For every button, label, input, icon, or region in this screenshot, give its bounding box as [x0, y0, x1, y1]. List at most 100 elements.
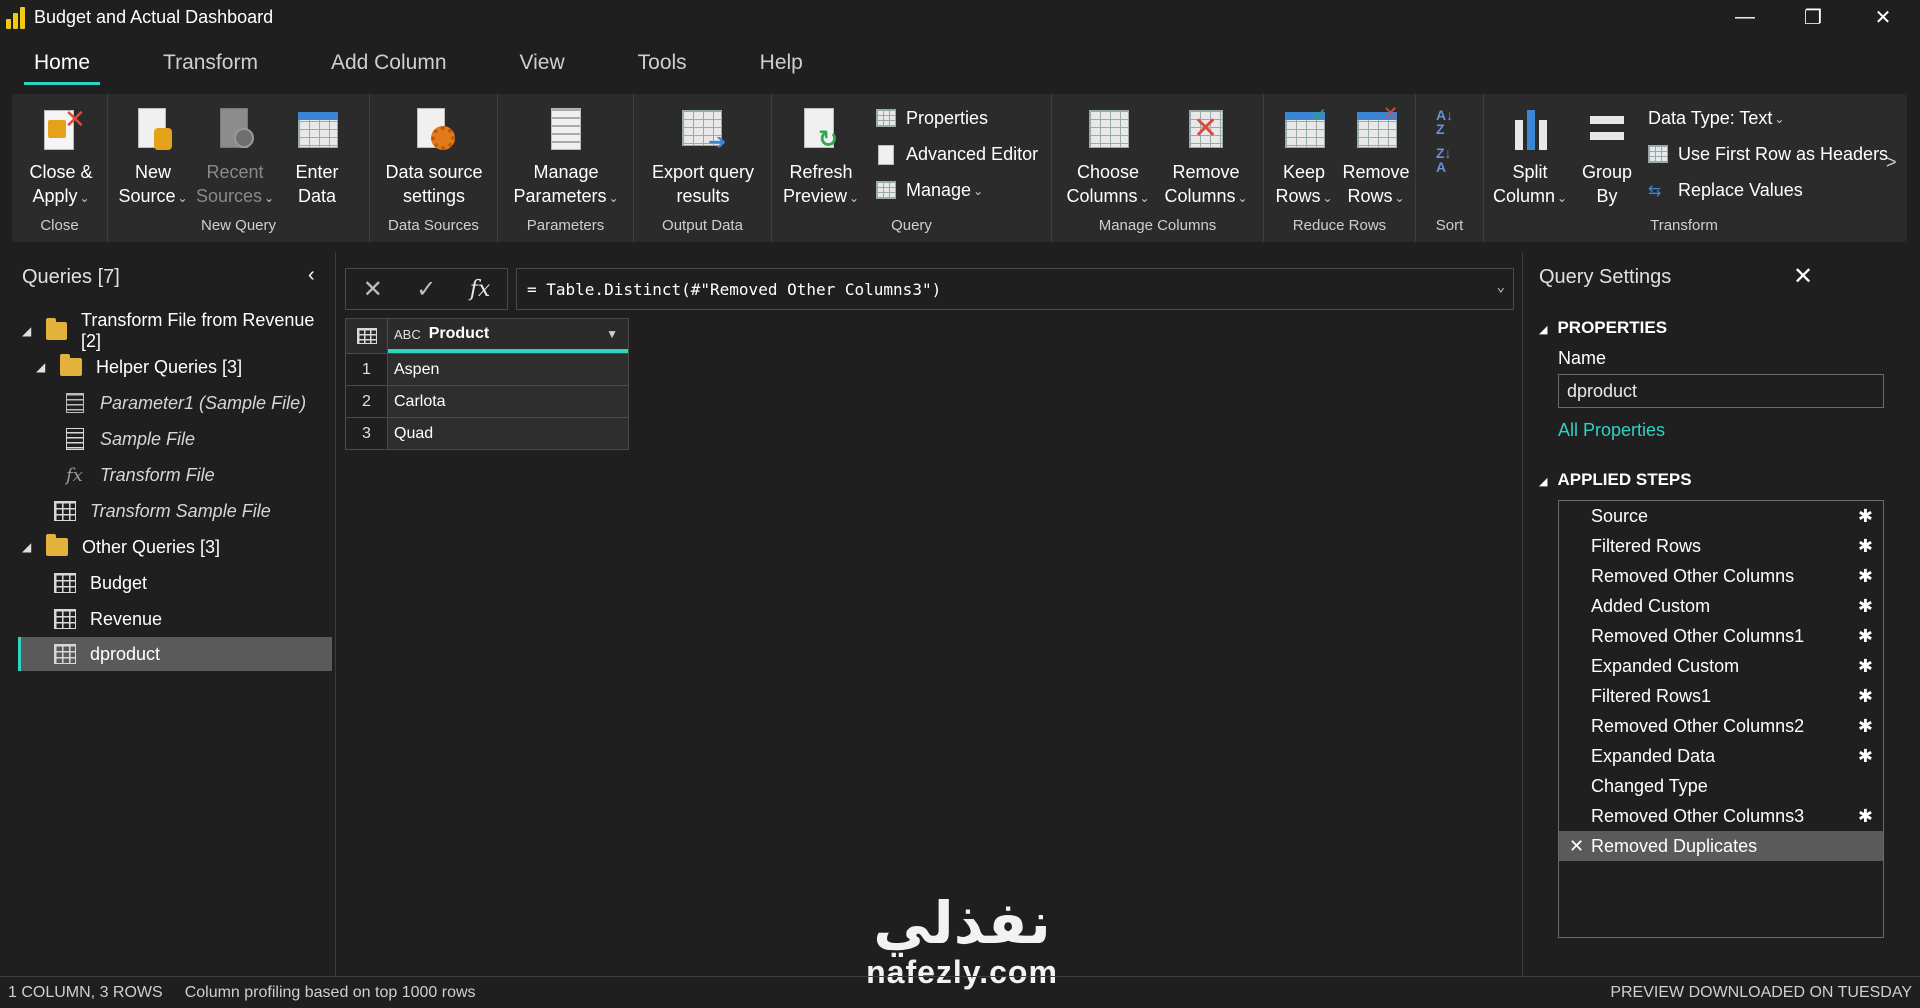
step-settings-gear-icon[interactable]: ✱ [1858, 716, 1873, 737]
applied-step[interactable]: Changed Type [1559, 771, 1883, 801]
remove-rows-button[interactable]: ✕ Remove Rows ⌄ [1340, 104, 1412, 210]
tab-tools[interactable]: Tools [626, 43, 699, 83]
query-item-revenue[interactable]: Revenue [0, 602, 332, 636]
collapse-triangle-icon[interactable]: ◢ [1539, 324, 1547, 336]
enter-data-button[interactable]: Enter Data [282, 106, 352, 208]
query-item-dproduct[interactable]: dproduct [18, 637, 332, 671]
sort-ascending-icon[interactable]: A↓ Z [1436, 108, 1453, 136]
close-settings-icon[interactable]: ✕ [1793, 262, 1813, 291]
enter-data-icon [296, 106, 338, 154]
applied-step[interactable]: Removed Other Columns ✱ [1559, 561, 1883, 591]
applied-step[interactable]: Added Custom ✱ [1559, 591, 1883, 621]
query-group-helper-queries[interactable]: ◢ Helper Queries [3] [0, 350, 332, 384]
text-type-icon[interactable]: ABC [394, 327, 421, 342]
new-source-button[interactable]: New Source ⌄ [118, 106, 188, 210]
row-number: 2 [346, 386, 388, 417]
refresh-preview-button[interactable]: ↻ Refresh Preview ⌄ [778, 106, 864, 210]
close-window-icon[interactable]: ✕ [1848, 0, 1918, 35]
ribbon-group-output-data: ➔ Export query results Output Data [634, 94, 772, 242]
expand-formula-icon[interactable]: ⌄ [1497, 279, 1505, 295]
query-item-transform-file[interactable]: fx Transform File [0, 458, 332, 492]
query-group-transform-file[interactable]: ◢ Transform File from Revenue [2] [0, 310, 332, 351]
applied-step[interactable]: Source ✱ [1559, 501, 1883, 531]
ribbon-group-label: Transform [1650, 217, 1718, 234]
column-header-product[interactable]: ABC Product ▼ [388, 319, 628, 353]
query-name-field[interactable] [1558, 374, 1884, 408]
choose-columns-button[interactable]: Choose Columns ⌄ [1060, 106, 1156, 210]
step-settings-gear-icon[interactable]: ✱ [1858, 626, 1873, 647]
tab-add-column[interactable]: Add Column [319, 43, 459, 83]
advanced-editor-button[interactable]: Advanced Editor [876, 144, 1038, 165]
tab-view[interactable]: View [508, 43, 577, 83]
properties-section-header[interactable]: ◢ PROPERTIES [1539, 318, 1667, 338]
table-cell[interactable]: Carlota [388, 386, 628, 417]
step-settings-gear-icon[interactable]: ✱ [1858, 686, 1873, 707]
tab-home[interactable]: Home [22, 43, 102, 85]
cancel-formula-icon[interactable]: ✕ [363, 275, 383, 304]
data-source-settings-button[interactable]: Data source settings [380, 106, 488, 208]
ribbon-group-sort: A↓ Z Z↓ A Sort [1416, 94, 1484, 242]
new-source-icon [132, 106, 174, 154]
export-query-results-button[interactable]: ➔ Export query results [642, 106, 764, 208]
formula-input[interactable]: = Table.Distinct(#"Removed Other Columns… [516, 268, 1514, 310]
group-by-button[interactable]: Group By [1574, 106, 1640, 208]
table-cell[interactable]: Quad [388, 418, 628, 449]
tab-transform[interactable]: Transform [151, 43, 270, 83]
parameter-icon [66, 393, 84, 413]
data-type-dropdown[interactable]: Data Type: Text ⌄ [1648, 108, 1784, 129]
close-apply-button[interactable]: ✕ Close & Apply ⌄ [22, 106, 100, 210]
manage-query-button[interactable]: Manage ⌄ [876, 180, 983, 201]
applied-step[interactable]: Removed Other Columns3 ✱ [1559, 801, 1883, 831]
collapse-pane-icon[interactable]: ‹ [308, 264, 315, 287]
sort-descending-icon[interactable]: Z↓ A [1436, 146, 1452, 174]
restore-icon[interactable]: ❐ [1778, 0, 1848, 35]
applied-step-selected[interactable]: ✕ Removed Duplicates [1559, 831, 1883, 861]
keep-rows-button[interactable]: ✓ Keep Rows ⌄ [1270, 105, 1338, 210]
step-settings-gear-icon[interactable]: ✱ [1858, 536, 1873, 557]
tab-help[interactable]: Help [748, 43, 815, 83]
insert-function-icon[interactable]: fx [470, 277, 491, 302]
minimize-icon[interactable]: — [1710, 0, 1780, 35]
expand-triangle-icon[interactable]: ◢ [22, 324, 34, 338]
function-icon: fx [66, 464, 83, 486]
properties-button[interactable]: Properties [876, 108, 988, 129]
step-settings-gear-icon[interactable]: ✱ [1858, 656, 1873, 677]
query-item-budget[interactable]: Budget [0, 566, 332, 600]
manage-parameters-button[interactable]: Manage Parameters ⌄ [508, 106, 624, 210]
step-settings-gear-icon[interactable]: ✱ [1858, 806, 1873, 827]
collapse-triangle-icon[interactable]: ◢ [1539, 476, 1547, 488]
applied-step[interactable]: Filtered Rows ✱ [1559, 531, 1883, 561]
status-profiling[interactable]: Column profiling based on top 1000 rows [185, 984, 476, 1002]
split-column-button[interactable]: Split Column ⌄ [1490, 106, 1570, 210]
step-settings-gear-icon[interactable]: ✱ [1858, 596, 1873, 617]
table-cell[interactable]: Aspen [388, 354, 628, 385]
window-title: Budget and Actual Dashboard [34, 7, 274, 27]
applied-step[interactable]: Filtered Rows1 ✱ [1559, 681, 1883, 711]
query-item-sample-file[interactable]: Sample File [0, 422, 332, 456]
step-settings-gear-icon[interactable]: ✱ [1858, 746, 1873, 767]
remove-columns-button[interactable]: ✕ Remove Columns ⌄ [1158, 106, 1254, 210]
query-group-other-queries[interactable]: ◢ Other Queries [3] [0, 530, 332, 564]
commit-formula-icon[interactable]: ✓ [416, 275, 436, 304]
table-menu-icon[interactable] [346, 319, 388, 353]
applied-step[interactable]: Removed Other Columns2 ✱ [1559, 711, 1883, 741]
use-first-row-headers-button[interactable]: Use First Row as Headers [1648, 144, 1888, 165]
replace-values-button[interactable]: ⇆ Replace Values [1648, 180, 1803, 201]
expand-triangle-icon[interactable]: ◢ [36, 360, 48, 374]
column-filter-dropdown-icon[interactable]: ▼ [606, 327, 618, 341]
step-settings-gear-icon[interactable]: ✱ [1858, 566, 1873, 587]
power-query-editor: Budget and Actual Dashboard — ❐ ✕ Home T… [0, 0, 1920, 1008]
expand-triangle-icon[interactable]: ◢ [22, 540, 34, 554]
all-properties-link[interactable]: All Properties [1558, 420, 1665, 441]
query-item-transform-sample-file[interactable]: Transform Sample File [0, 494, 332, 528]
applied-steps-section-header[interactable]: ◢ APPLIED STEPS [1539, 470, 1692, 490]
applied-step[interactable]: Removed Other Columns1 ✱ [1559, 621, 1883, 651]
applied-step[interactable]: Expanded Data ✱ [1559, 741, 1883, 771]
ribbon-scroll-right-icon[interactable]: > [1886, 152, 1897, 173]
query-item-parameter1[interactable]: Parameter1 (Sample File) [0, 386, 332, 420]
status-counts: 1 COLUMN, 3 ROWS [8, 983, 163, 1001]
recent-sources-button[interactable]: Recent Sources ⌄ [196, 106, 274, 210]
step-settings-gear-icon[interactable]: ✱ [1858, 506, 1873, 527]
applied-step[interactable]: Expanded Custom ✱ [1559, 651, 1883, 681]
delete-step-icon[interactable]: ✕ [1569, 836, 1584, 857]
